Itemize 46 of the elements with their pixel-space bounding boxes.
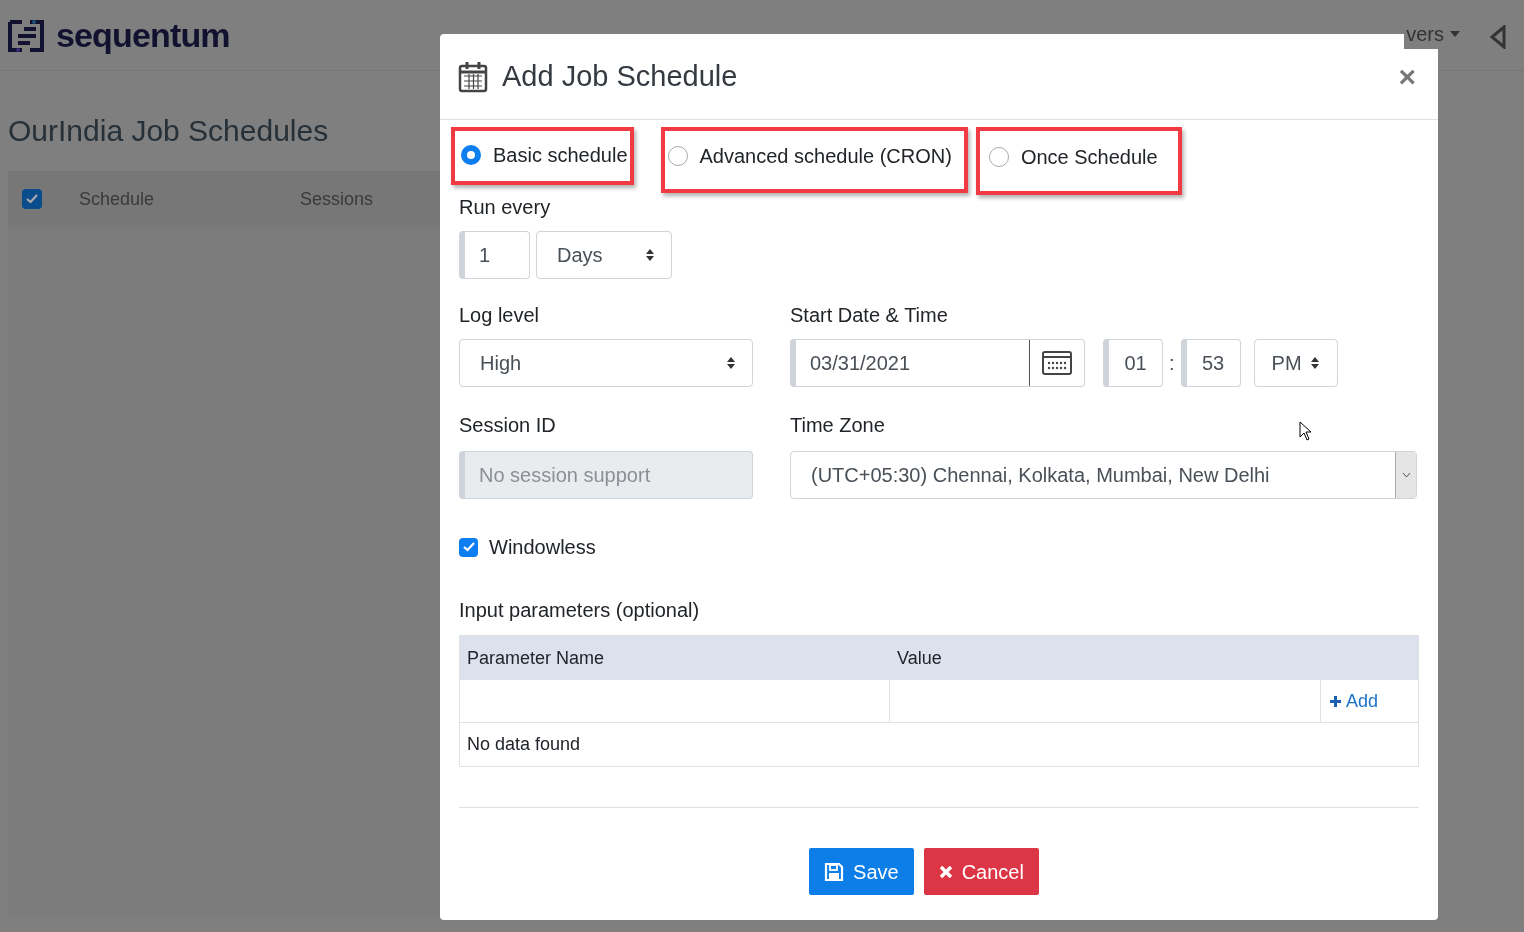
log-level-select[interactable]: High <box>459 339 753 387</box>
schedule-option[interactable]: Once Schedule <box>975 127 1182 195</box>
windowless-checkbox[interactable]: Windowless <box>459 532 1419 562</box>
schedule-option[interactable]: Advanced schedule (CRON) <box>660 127 968 193</box>
sort-caret-icon <box>726 356 736 370</box>
calendar-icon <box>458 60 488 93</box>
sort-caret-icon <box>645 248 655 262</box>
column-header: Value <box>896 646 942 670</box>
add-link[interactable]: Add <box>1321 680 1379 722</box>
unit-select[interactable]: Days <box>536 231 672 279</box>
time-separator: : <box>1169 351 1175 376</box>
hour-field[interactable]: 01 <box>1103 339 1163 387</box>
schedule-option[interactable]: Basic schedule <box>451 127 634 185</box>
check-icon <box>462 542 475 552</box>
date-value: 03/31/2021 <box>809 351 912 376</box>
close-icon <box>938 864 953 879</box>
save-button[interactable]: Save <box>809 848 914 895</box>
logo-text: sequentum <box>56 15 230 56</box>
field-label: Input parameters (optional) <box>459 599 700 621</box>
date-field[interactable]: 03/31/2021 <box>790 339 1085 387</box>
ampm-select[interactable]: PM <box>1253 339 1338 387</box>
number-field[interactable]: 1 <box>459 231 530 279</box>
column-header: Parameter Name <box>466 646 606 670</box>
field-label: Run every <box>459 196 551 218</box>
empty-message: No data found <box>467 733 581 756</box>
cursor-icon <box>1299 421 1313 441</box>
check-icon <box>26 194 38 204</box>
page-title: OurIndia Job Schedules <box>8 113 330 149</box>
logo-icon <box>8 17 44 54</box>
column-header: Sessions <box>300 187 374 211</box>
checkbox[interactable] <box>22 189 42 209</box>
minute-field[interactable]: 53 <box>1180 339 1241 387</box>
close-button[interactable]: × <box>1398 61 1416 92</box>
calendar-icon <box>1042 351 1072 375</box>
column-header: Schedule <box>79 187 156 211</box>
field-label: Time Zone <box>790 414 885 436</box>
chevron-down-icon <box>1401 472 1411 478</box>
dialog-title: Add Job Schedule <box>502 58 739 94</box>
timezone-select[interactable]: (UTC+05:30) Chennai, Kolkata, Mumbai, New Delhi <box>790 451 1417 499</box>
sort-caret-icon <box>1309 356 1320 370</box>
cancel-button[interactable]: Cancel <box>923 848 1039 895</box>
field-label: Log level <box>459 303 541 327</box>
caret-icon <box>1450 30 1460 37</box>
field-label: Start Date & Time <box>790 303 949 327</box>
field-label: Session ID <box>459 414 556 436</box>
plus-icon <box>1329 694 1342 708</box>
